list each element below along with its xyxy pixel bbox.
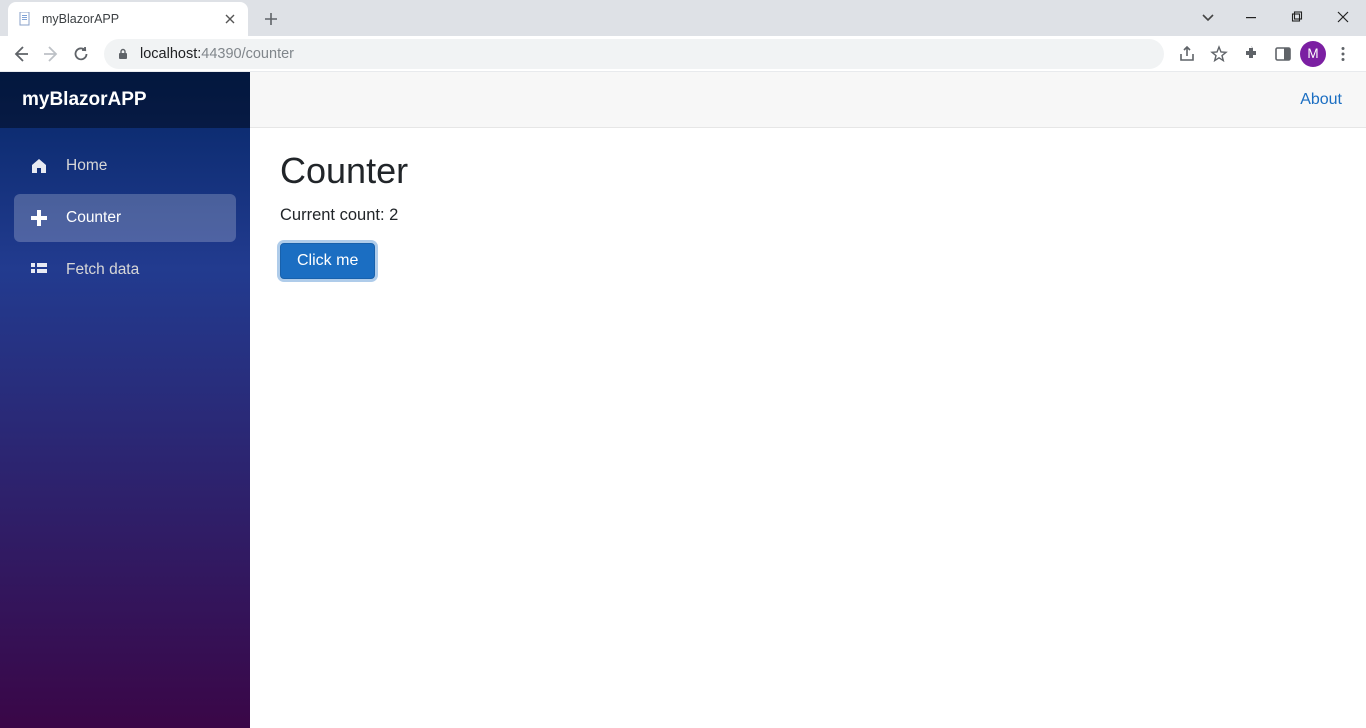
nav-back-icon[interactable] bbox=[6, 39, 36, 69]
list-icon bbox=[28, 259, 50, 281]
top-row: About bbox=[250, 72, 1366, 128]
url-port: 44390 bbox=[201, 46, 241, 62]
sidebar-brand[interactable]: myBlazorAPP bbox=[0, 72, 250, 128]
browser-toolbar: localhost:44390/counter M bbox=[0, 36, 1366, 72]
page-viewport: myBlazorAPP Home Counter bbox=[0, 72, 1366, 728]
browser-window: myBlazorAPP bbox=[0, 0, 1366, 728]
about-link[interactable]: About bbox=[1300, 91, 1342, 109]
sidebar-item-label: Fetch data bbox=[66, 261, 139, 279]
sidebar: myBlazorAPP Home Counter bbox=[0, 72, 250, 728]
side-panel-icon[interactable] bbox=[1268, 39, 1298, 69]
plus-icon bbox=[28, 207, 50, 229]
tab-title: myBlazorAPP bbox=[42, 12, 222, 26]
url-host: localhost: bbox=[140, 46, 201, 62]
main: About Counter Current count: 2 Click me bbox=[250, 72, 1366, 728]
extensions-icon[interactable] bbox=[1236, 39, 1266, 69]
tab-search-chevron-icon[interactable] bbox=[1188, 0, 1228, 34]
increment-button[interactable]: Click me bbox=[280, 243, 375, 279]
window-controls bbox=[1188, 0, 1366, 34]
lock-icon bbox=[116, 47, 130, 61]
share-icon[interactable] bbox=[1172, 39, 1202, 69]
url-path: /counter bbox=[242, 46, 294, 62]
count-value: 2 bbox=[389, 206, 398, 224]
tab-favicon-icon bbox=[18, 11, 34, 27]
nav-forward-icon[interactable] bbox=[36, 39, 66, 69]
page-content: Counter Current count: 2 Click me bbox=[250, 128, 1366, 301]
brand-text: myBlazorAPP bbox=[22, 89, 147, 111]
tab-close-icon[interactable] bbox=[222, 11, 238, 27]
window-close-icon[interactable] bbox=[1320, 0, 1366, 34]
bookmark-star-icon[interactable] bbox=[1204, 39, 1234, 69]
avatar-letter: M bbox=[1307, 46, 1318, 61]
sidebar-item-label: Counter bbox=[66, 209, 121, 227]
nav-reload-icon[interactable] bbox=[66, 39, 96, 69]
window-minimize-icon[interactable] bbox=[1228, 0, 1274, 34]
current-count-line: Current count: 2 bbox=[280, 206, 1336, 225]
home-icon bbox=[28, 155, 50, 177]
page-title: Counter bbox=[280, 150, 1336, 192]
profile-avatar[interactable]: M bbox=[1300, 41, 1326, 67]
tab-strip: myBlazorAPP bbox=[0, 0, 1366, 36]
new-tab-button[interactable] bbox=[256, 4, 286, 34]
sidebar-item-home[interactable]: Home bbox=[14, 142, 236, 190]
kebab-menu-icon[interactable] bbox=[1328, 39, 1358, 69]
count-prefix: Current count: bbox=[280, 206, 389, 224]
address-bar[interactable]: localhost:44390/counter bbox=[104, 39, 1164, 69]
sidebar-nav: Home Counter bbox=[0, 128, 250, 308]
browser-tab[interactable]: myBlazorAPP bbox=[8, 2, 248, 36]
sidebar-item-counter[interactable]: Counter bbox=[14, 194, 236, 242]
url-text: localhost:44390/counter bbox=[140, 46, 294, 62]
sidebar-item-label: Home bbox=[66, 157, 107, 175]
sidebar-item-fetch-data[interactable]: Fetch data bbox=[14, 246, 236, 294]
window-maximize-icon[interactable] bbox=[1274, 0, 1320, 34]
toolbar-right-icons: M bbox=[1172, 39, 1360, 69]
